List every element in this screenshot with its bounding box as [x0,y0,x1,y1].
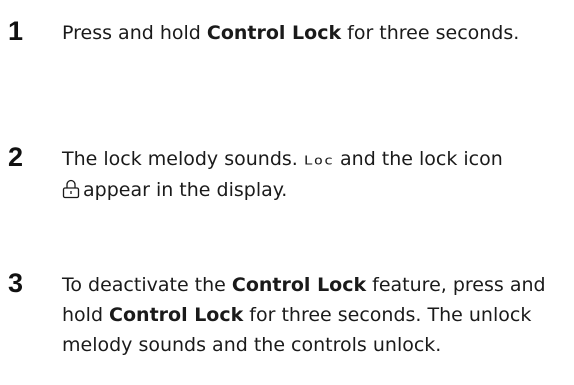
step-text-segment: Press and hold [62,22,207,44]
control-lock-label: Control Lock [231,274,367,296]
control-lock-label: Control Lock [109,304,244,326]
step-number: 2 [8,142,24,172]
step-text-segment: for three seconds. [341,22,520,44]
display-code-loc: Loc [303,152,334,168]
step-text-segment: The lock melody sounds. [62,148,304,170]
step-instruction: The lock melody sounds. Loc and the lock… [62,144,568,205]
step-instruction: To deactivate the Control Lock feature, … [62,270,568,360]
step-text-segment: To deactivate the [62,274,232,296]
lock-icon [62,179,80,199]
step-number: 1 [8,16,24,46]
step-number: 3 [8,268,24,298]
step-instruction: Press and hold Control Lock for three se… [62,18,568,48]
control-lock-label: Control Lock [206,22,342,44]
step-text-segment: and the lock icon [333,148,503,170]
step-text-segment: appear in the display. [83,179,288,201]
